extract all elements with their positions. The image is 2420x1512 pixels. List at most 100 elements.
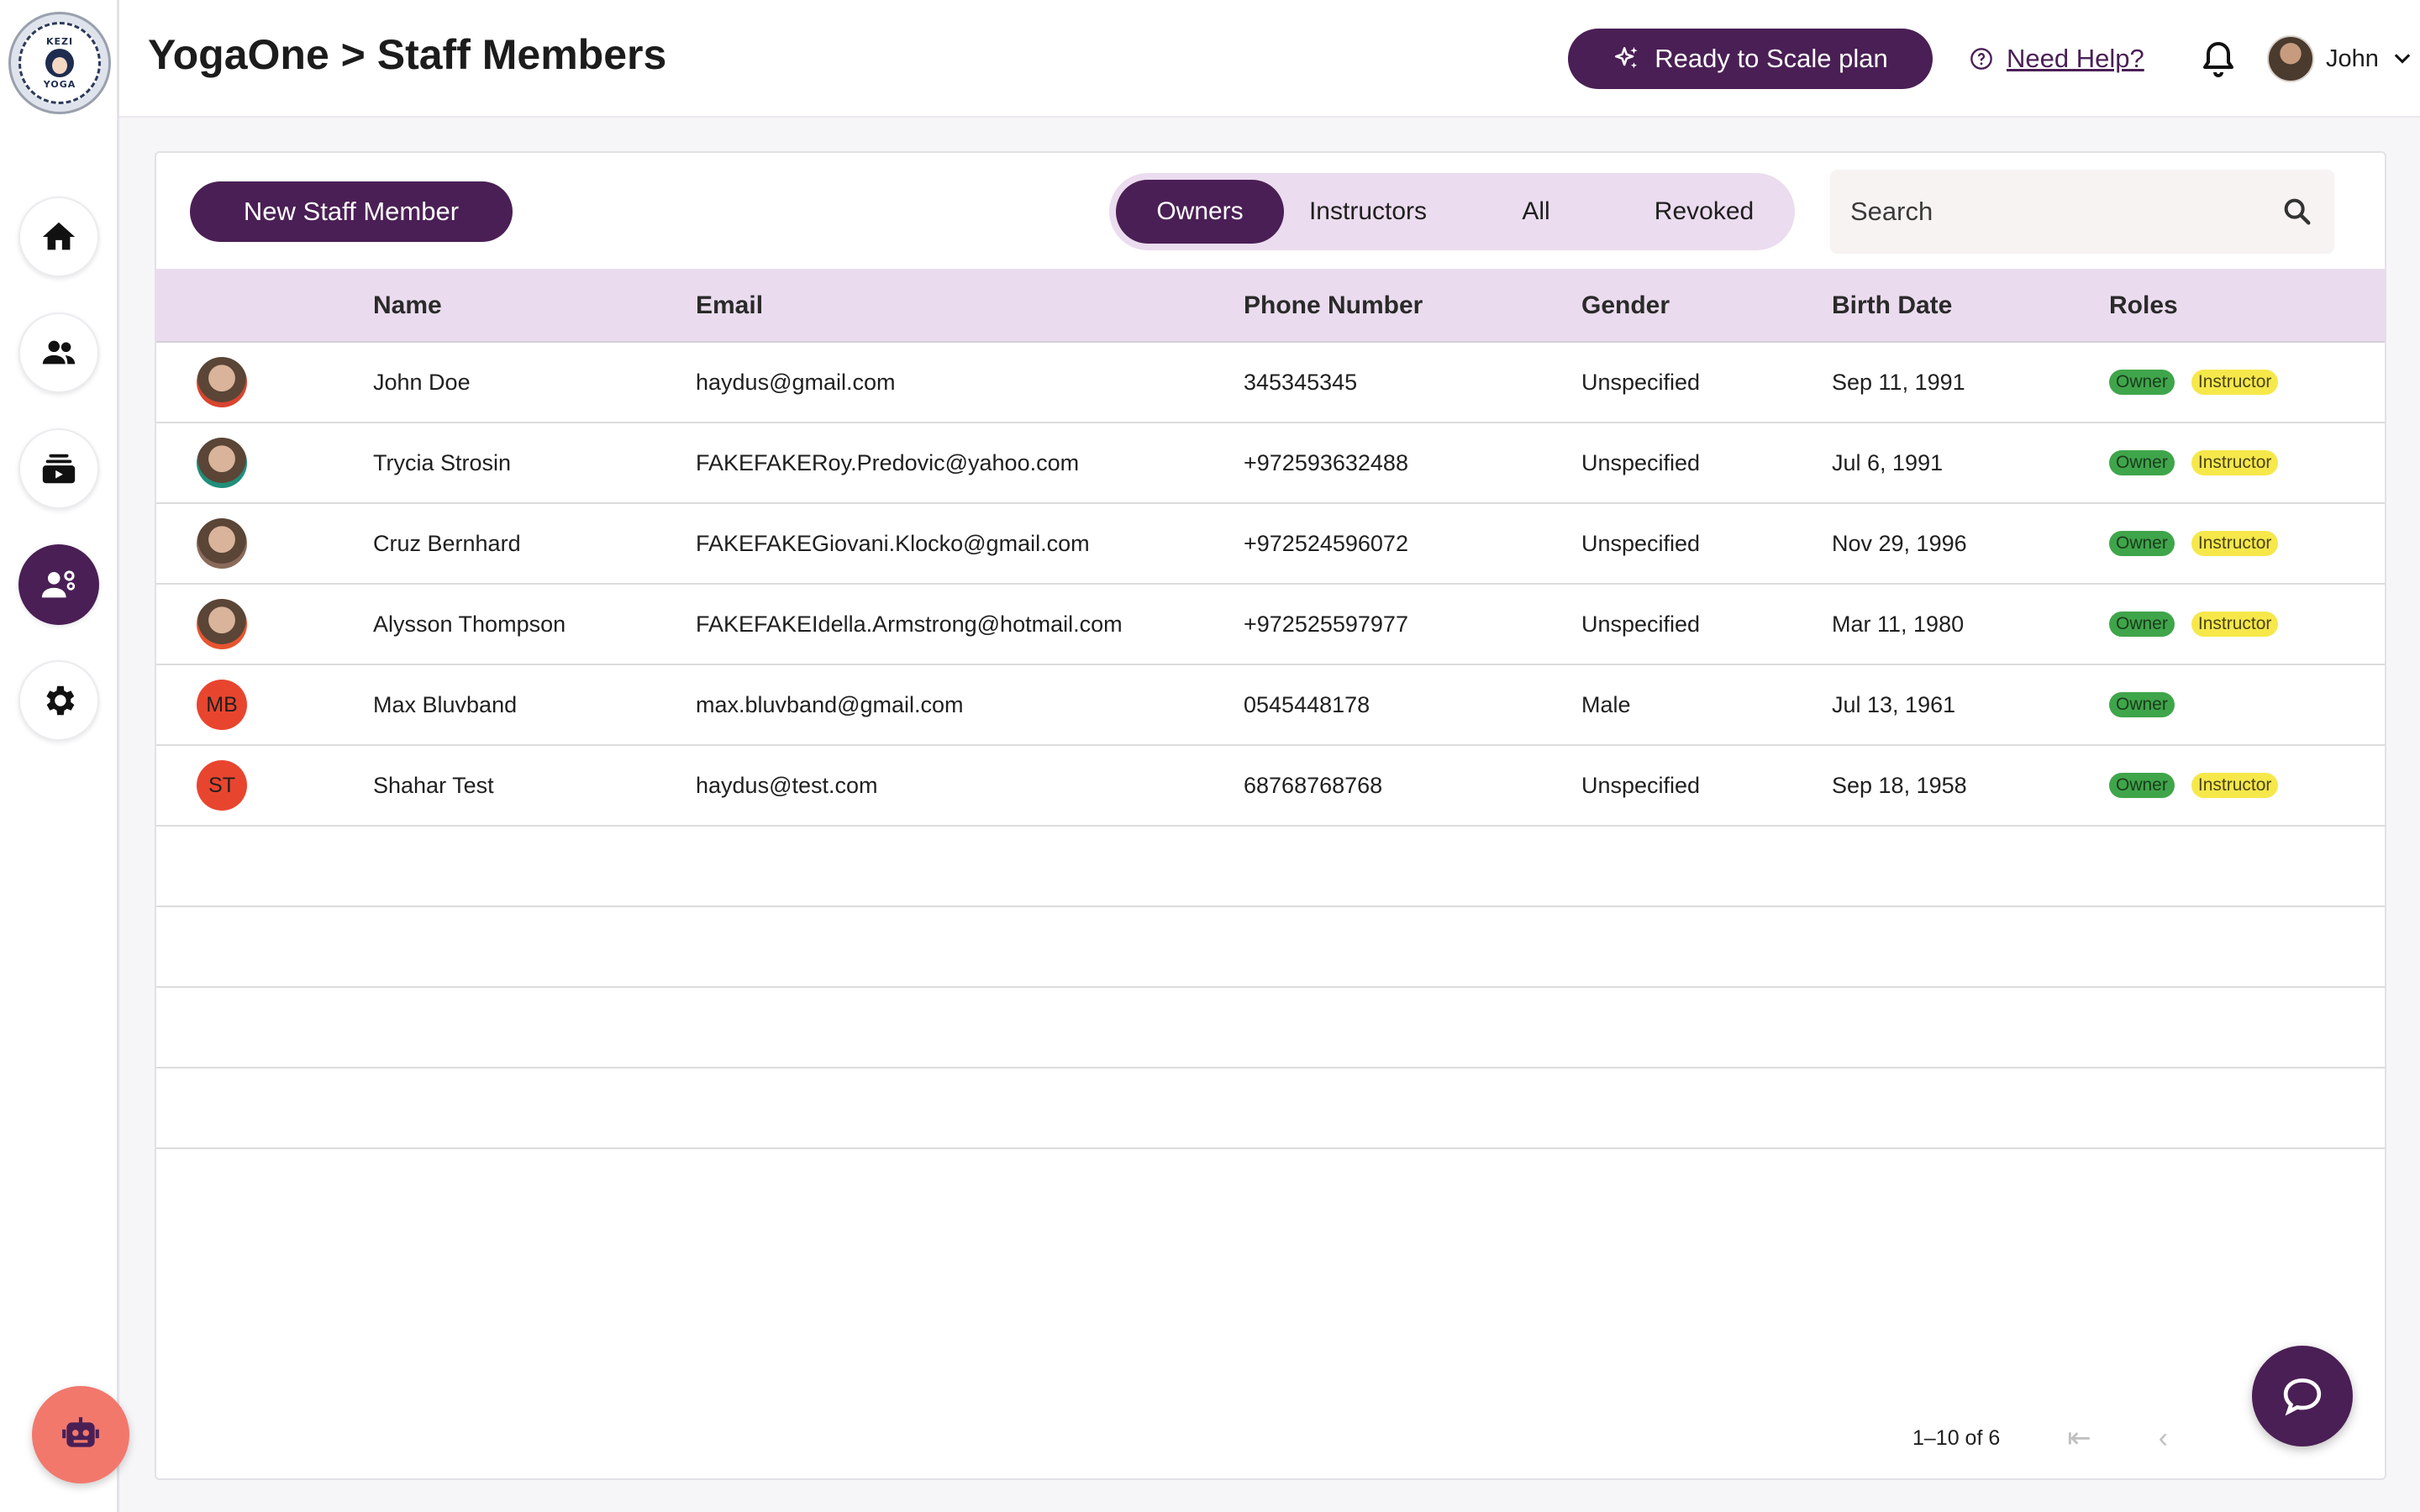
- name-cell: Alysson Thompson: [373, 611, 566, 637]
- phone-cell: 345345345: [1244, 369, 1358, 395]
- role-badge-instructor: Instructor: [2191, 612, 2279, 637]
- roles-cell: Owner: [2109, 665, 2191, 744]
- help-circle-icon: [1970, 48, 1992, 70]
- tab-instructors[interactable]: Instructors: [1284, 180, 1452, 244]
- assistant-button[interactable]: [32, 1386, 129, 1483]
- role-badge-owner: Owner: [2109, 370, 2175, 395]
- table-row[interactable]: Alysson Thompson FAKEFAKEIdella.Armstrong…: [156, 585, 2385, 665]
- logo-emblem: KEZI YOGA: [18, 22, 101, 104]
- search-icon[interactable]: [2281, 195, 2314, 228]
- chevron-down-icon: [2394, 54, 2411, 64]
- classes-icon: [42, 454, 76, 484]
- name-cell: Cruz Bernhard: [373, 530, 521, 556]
- staff-card: New Staff Member Owners Instructors All …: [155, 151, 2386, 1480]
- avatar: [2267, 35, 2314, 82]
- roles-cell: Owner Instructor: [2109, 504, 2295, 583]
- gender-cell: Unspecified: [1581, 611, 1701, 637]
- gear-icon: [46, 685, 75, 716]
- role-filter-tabs: Owners Instructors All Revoked: [1109, 173, 1795, 250]
- studio-logo[interactable]: KEZI YOGA: [8, 12, 111, 114]
- avatar-cell: [197, 423, 247, 502]
- name-cell: John Doe: [373, 369, 471, 395]
- table-row[interactable]: ST Shahar Test haydus@test.com 68768768768 U…: [156, 746, 2385, 827]
- table-row[interactable]: Cruz Bernhard FAKEFAKEGiovani.Klocko@gmai…: [156, 504, 2385, 585]
- tab-all[interactable]: All: [1452, 180, 1620, 244]
- avatar: ST: [197, 760, 247, 811]
- column-header-name[interactable]: Name: [373, 269, 442, 343]
- logo-text-top: KEZI: [45, 36, 74, 47]
- email-cell: haydus@gmail.com: [696, 369, 896, 395]
- sparkle-icon: [1615, 46, 1639, 69]
- table-body: John Doe haydus@gmail.com 345345345 Unspeci…: [156, 343, 2385, 1149]
- column-header-gender[interactable]: Gender: [1581, 269, 1670, 343]
- table-row[interactable]: Trycia Strosin FAKEFAKERoy.Predovic@yahoo…: [156, 423, 2385, 504]
- need-help-link[interactable]: Need Help?: [2007, 44, 2144, 74]
- email-cell: FAKEFAKEGiovani.Klocko@gmail.com: [696, 530, 1090, 556]
- sidebar-item-settings[interactable]: [18, 660, 99, 741]
- avatar-cell: [197, 343, 247, 422]
- avatar-cell: ST: [197, 746, 247, 825]
- empty-table-row: [156, 1068, 2385, 1149]
- phone-cell: 68768768768: [1244, 772, 1383, 798]
- page-title: YogaOne > Staff Members: [148, 31, 667, 78]
- name-cell: Trycia Strosin: [373, 449, 512, 475]
- people-icon: [42, 340, 76, 365]
- new-staff-member-button[interactable]: New Staff Member: [190, 181, 513, 242]
- role-badge-instructor: Instructor: [2191, 370, 2279, 395]
- empty-table-row: [156, 827, 2385, 907]
- email-cell: max.bluvband@gmail.com: [696, 691, 964, 717]
- phone-cell: +972525597977: [1244, 611, 1408, 637]
- roles-cell: Owner Instructor: [2109, 343, 2295, 422]
- pagination-label: 1–10 of 6: [1912, 1425, 2001, 1450]
- avatar: MB: [197, 680, 247, 730]
- upgrade-plan-button[interactable]: Ready to Scale plan: [1568, 29, 1933, 89]
- user-menu[interactable]: John: [2267, 34, 2414, 84]
- sidebar-item-staff[interactable]: [18, 544, 99, 625]
- phone-cell: +972524596072: [1244, 530, 1408, 556]
- table-row[interactable]: John Doe haydus@gmail.com 345345345 Unspeci…: [156, 343, 2385, 423]
- birth-date-cell: Jul 13, 1961: [1832, 691, 1956, 717]
- user-name: John: [2326, 45, 2379, 72]
- email-cell: haydus@test.com: [696, 772, 878, 798]
- robot-icon: [62, 1417, 99, 1447]
- column-header-email[interactable]: Email: [696, 269, 763, 343]
- birth-date-cell: Sep 18, 1958: [1832, 772, 1967, 798]
- logo-face-icon: [45, 49, 74, 77]
- column-header-birth-date[interactable]: Birth Date: [1832, 269, 1952, 343]
- tab-revoked[interactable]: Revoked: [1620, 180, 1788, 244]
- table-row[interactable]: MB Max Bluvband max.bluvband@gmail.com 0545…: [156, 665, 2385, 746]
- sidebar-item-home[interactable]: [18, 197, 99, 277]
- gender-cell: Unspecified: [1581, 530, 1701, 556]
- column-header-roles[interactable]: Roles: [2109, 269, 2178, 343]
- column-header-phone[interactable]: Phone Number: [1244, 269, 1423, 343]
- upgrade-plan-label: Ready to Scale plan: [1655, 44, 1888, 73]
- search-input[interactable]: [1850, 197, 2281, 227]
- role-badge-instructor: Instructor: [2191, 531, 2279, 556]
- empty-table-row: [156, 988, 2385, 1068]
- sidebar-item-classes[interactable]: [18, 428, 99, 509]
- avatar: [197, 518, 247, 569]
- role-badge-owner: Owner: [2109, 450, 2175, 475]
- first-page-icon[interactable]: ⇤: [2067, 1421, 2091, 1455]
- bell-icon[interactable]: [2198, 39, 2238, 79]
- phone-cell: 0545448178: [1244, 691, 1370, 717]
- name-cell: Max Bluvband: [373, 691, 518, 717]
- chat-support-button[interactable]: [2252, 1346, 2353, 1446]
- birth-date-cell: Sep 11, 1991: [1832, 369, 1965, 395]
- email-cell: FAKEFAKEIdella.Armstrong@hotmail.com: [696, 611, 1123, 637]
- sidebar-item-clients[interactable]: [18, 312, 99, 393]
- role-badge-owner: Owner: [2109, 773, 2175, 798]
- logo-text-bottom: YOGA: [43, 79, 76, 90]
- tab-owners[interactable]: Owners: [1116, 180, 1284, 244]
- search-box: [1830, 170, 2334, 254]
- avatar-cell: [197, 585, 247, 664]
- gender-cell: Unspecified: [1581, 369, 1701, 395]
- previous-page-icon[interactable]: ‹: [2159, 1422, 2168, 1455]
- pagination: 1–10 of 6 ⇤ ‹: [1912, 1413, 2168, 1463]
- phone-cell: +972593632488: [1244, 449, 1408, 475]
- roles-cell: Owner Instructor: [2109, 423, 2295, 502]
- sidebar: KEZI YOGA: [0, 0, 129, 1512]
- home-icon: [42, 222, 76, 250]
- role-badge-owner: Owner: [2109, 692, 2175, 717]
- name-cell: Shahar Test: [373, 772, 494, 798]
